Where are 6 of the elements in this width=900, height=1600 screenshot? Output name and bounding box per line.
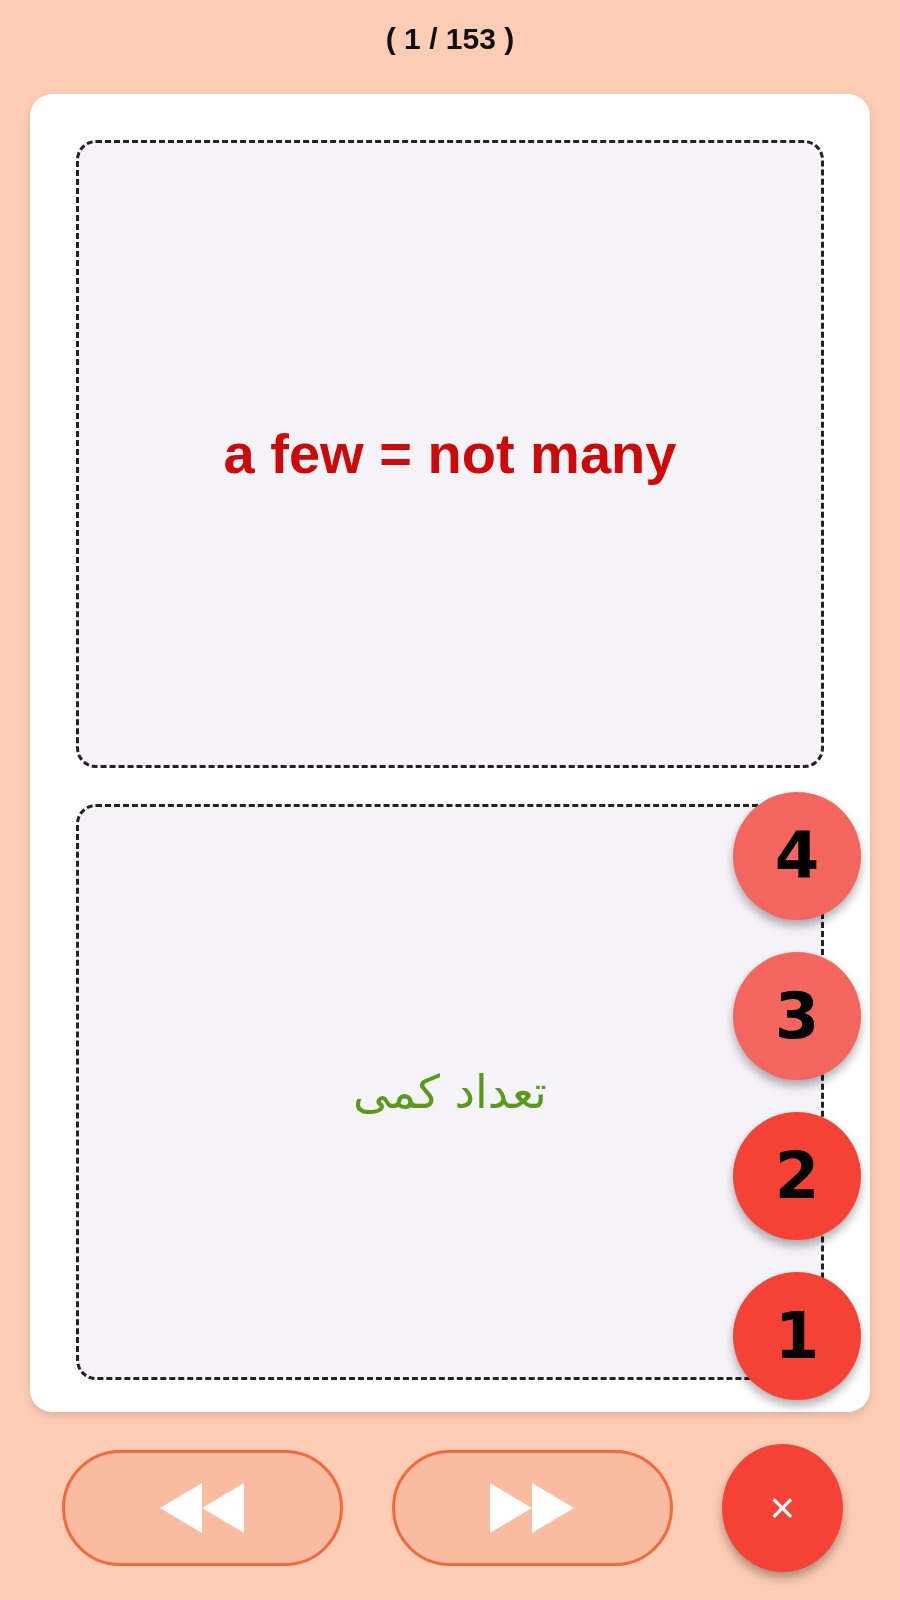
rewind-icon [160,1483,245,1533]
card-counter: ( 1 / 153 ) [385,22,515,57]
front-text: a few = not many [223,421,677,487]
fast-forward-icon [490,1483,575,1533]
close-button[interactable]: × [721,1444,843,1572]
back-text: تعداد کمی [353,1064,547,1119]
